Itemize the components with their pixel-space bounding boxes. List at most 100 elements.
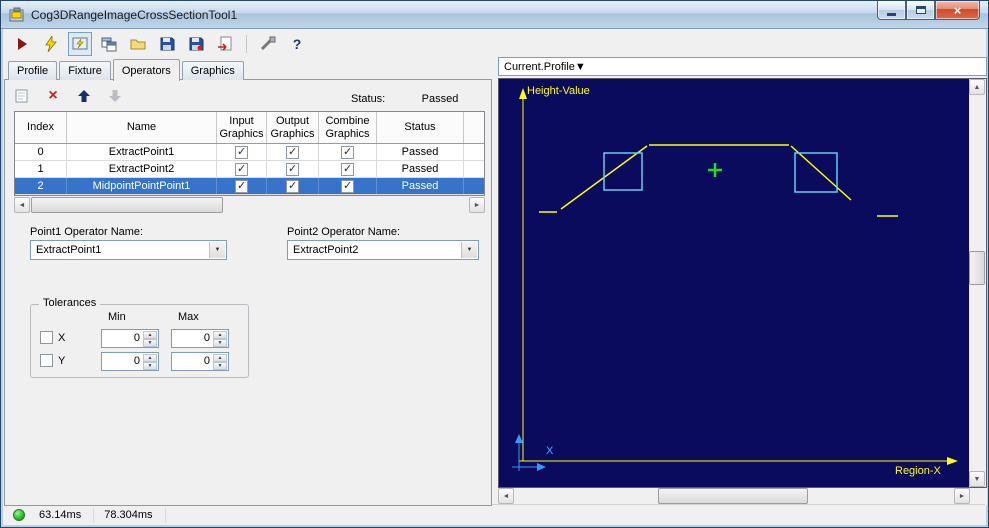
combine-graphics-checkbox[interactable] xyxy=(341,179,354,193)
electric-run-icon xyxy=(45,36,57,52)
scroll-up-button[interactable]: ▲ xyxy=(969,79,985,95)
column-header-name: Name xyxy=(67,112,217,143)
chevron-down-icon[interactable]: ▼ xyxy=(575,61,586,73)
display-panel: Current.Profile ▼ Height-Value Region-X … xyxy=(498,57,987,506)
close-button[interactable]: × xyxy=(935,1,980,20)
table-row[interactable]: 1 ExtractPoint2 Passed xyxy=(15,161,484,178)
tolerance-x-max-spinner[interactable]: 0 ▲ ▼ xyxy=(171,329,229,348)
scroll-left-button[interactable]: ◄ xyxy=(14,197,30,213)
app-icon xyxy=(9,7,25,23)
table-row[interactable]: 0 ExtractPoint1 Passed xyxy=(15,144,484,161)
status-label: Status: xyxy=(351,93,386,105)
new-window-icon xyxy=(101,37,117,52)
run-button[interactable] xyxy=(10,32,34,56)
spinner-value[interactable]: 0 xyxy=(204,332,210,344)
spinner-value[interactable]: 0 xyxy=(134,332,140,344)
profile-plot xyxy=(512,88,958,471)
move-up-button[interactable] xyxy=(73,85,95,107)
save-results-button[interactable] xyxy=(184,32,208,56)
tab-label: Fixture xyxy=(68,65,102,77)
scrollbar-thumb[interactable] xyxy=(969,251,985,285)
delete-operator-button[interactable]: × xyxy=(42,85,64,107)
point2-operator-value: ExtractPoint2 xyxy=(293,244,359,256)
point1-operator-value: ExtractPoint1 xyxy=(36,244,102,256)
point1-operator-label: Point1 Operator Name: xyxy=(30,226,144,238)
minimize-icon xyxy=(887,12,896,16)
tolerance-x-min-spinner[interactable]: 0 ▲ ▼ xyxy=(101,329,159,348)
minimize-button[interactable] xyxy=(877,1,906,20)
output-graphics-checkbox[interactable] xyxy=(286,179,299,193)
combine-graphics-checkbox[interactable] xyxy=(341,145,354,159)
tool-display-button[interactable] xyxy=(68,32,92,56)
delete-operator-icon: × xyxy=(48,87,58,104)
window: Cog3DRangeImageCrossSectionTool1 × ? Pro… xyxy=(0,0,989,528)
point1-operator-combobox[interactable]: ExtractPoint1 ▼ xyxy=(30,240,227,260)
output-graphics-checkbox[interactable] xyxy=(286,145,299,159)
scroll-right-button[interactable]: ► xyxy=(954,488,970,504)
spinner-up-icon[interactable]: ▲ xyxy=(213,331,227,339)
new-window-button[interactable] xyxy=(97,32,121,56)
tolerance-y-checkbox[interactable] xyxy=(40,354,53,367)
help-icon: ? xyxy=(292,36,302,52)
tolerances-group: Tolerances Min Max X 0 ▲ ▼ 0 ▲ ▼ Y 0 ▲ ▼ 0 … xyxy=(30,297,249,378)
spinner-down-icon[interactable]: ▼ xyxy=(213,362,227,370)
column-header-index: Index xyxy=(15,112,67,143)
column-header-output-graphics: Output Graphics xyxy=(267,112,319,143)
move-down-icon xyxy=(109,90,121,102)
main-toolbar: ? xyxy=(4,31,985,57)
spinner-value[interactable]: 0 xyxy=(204,355,210,367)
save-button[interactable] xyxy=(155,32,179,56)
calibrate-button[interactable] xyxy=(256,32,280,56)
cell-name: ExtractPoint1 xyxy=(67,144,217,160)
spinner-value[interactable]: 0 xyxy=(134,355,140,367)
profile-display[interactable]: Height-Value Region-X X ▲ ▼ xyxy=(498,78,987,488)
tolerance-y-min-spinner[interactable]: 0 ▲ ▼ xyxy=(101,352,159,371)
table-horizontal-scrollbar: ◄ ► xyxy=(14,197,485,213)
tab-graphics[interactable]: Graphics xyxy=(181,61,244,80)
tool-display-icon xyxy=(72,37,88,50)
combine-graphics-checkbox[interactable] xyxy=(341,162,354,176)
electric-run-button[interactable] xyxy=(39,32,63,56)
new-operator-button[interactable] xyxy=(11,85,33,107)
scroll-down-button[interactable]: ▼ xyxy=(969,471,985,487)
statusbar-divider xyxy=(164,507,166,523)
spinner-up-icon[interactable]: ▲ xyxy=(213,354,227,362)
column-header-input-graphics: Input Graphics xyxy=(217,112,267,143)
maximize-button[interactable] xyxy=(906,1,935,20)
open-button[interactable] xyxy=(126,32,150,56)
cell-combine-graphics xyxy=(319,161,377,177)
spinner-up-icon[interactable]: ▲ xyxy=(143,331,157,339)
spinner-up-icon[interactable]: ▲ xyxy=(143,354,157,362)
input-graphics-checkbox[interactable] xyxy=(235,145,248,159)
move-down-button[interactable] xyxy=(104,85,126,107)
cell-status: Passed xyxy=(377,178,464,194)
cell-status: Passed xyxy=(377,161,464,177)
spinner-down-icon[interactable]: ▼ xyxy=(143,339,157,347)
input-graphics-checkbox[interactable] xyxy=(235,162,248,176)
move-up-icon xyxy=(78,90,90,102)
tolerance-y-max-spinner[interactable]: 0 ▲ ▼ xyxy=(171,352,229,371)
spinner-down-icon[interactable]: ▼ xyxy=(213,339,227,347)
import-button[interactable] xyxy=(213,32,237,56)
y-axis-label: Height-Value xyxy=(527,85,590,97)
cell-output-graphics xyxy=(267,178,319,194)
point2-operator-combobox[interactable]: ExtractPoint2 ▼ xyxy=(287,240,479,260)
scroll-right-button[interactable]: ► xyxy=(469,197,485,213)
tab-fixture[interactable]: Fixture xyxy=(59,61,111,80)
scrollbar-thumb[interactable] xyxy=(658,488,808,504)
tab-profile[interactable]: Profile xyxy=(8,61,58,80)
titlebar: Cog3DRangeImageCrossSectionTool1 × xyxy=(1,1,988,29)
input-graphics-checkbox[interactable] xyxy=(235,179,248,193)
spinner-down-icon[interactable]: ▼ xyxy=(143,362,157,370)
output-graphics-checkbox[interactable] xyxy=(286,162,299,176)
scroll-left-button[interactable]: ◄ xyxy=(498,488,514,504)
tab-operators[interactable]: Operators xyxy=(112,59,180,81)
record-selector-combobox[interactable]: Current.Profile ▼ xyxy=(498,57,987,76)
help-button[interactable]: ? xyxy=(285,32,309,56)
scrollbar-thumb[interactable] xyxy=(31,197,223,213)
table-row[interactable]: 2 MidpointPointPoint1 Passed xyxy=(15,178,484,195)
operators-tab-page: × Status: Passed Index Name Input Graphi… xyxy=(4,79,492,506)
chevron-down-icon[interactable]: ▼ xyxy=(209,242,225,258)
chevron-down-icon[interactable]: ▼ xyxy=(461,242,477,258)
tolerance-x-checkbox[interactable] xyxy=(40,331,53,344)
